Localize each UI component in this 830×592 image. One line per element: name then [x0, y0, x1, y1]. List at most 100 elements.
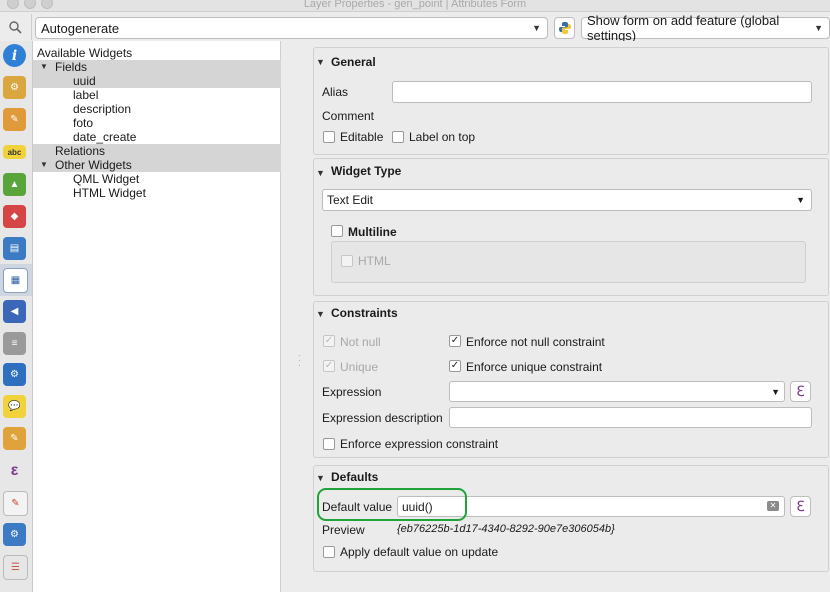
general-group: ▼ General Alias Comment Editable Label o… [313, 47, 829, 155]
apply-on-update-label: Apply default value on update [340, 545, 499, 559]
enforce-unique-label: Enforce unique constraint [466, 360, 603, 374]
tree-item-label: HTML Widget [73, 186, 146, 200]
annotation-highlight [317, 488, 467, 521]
information-icon[interactable]: i [3, 44, 26, 67]
expression-label: Expression [322, 385, 382, 399]
multiline-options-box: HTML [331, 241, 806, 283]
chevron-down-icon: ▼ [814, 23, 823, 33]
title-bar: Layer Properties - gen_point | Attribute… [0, 0, 830, 12]
source-icon[interactable]: ⚙ [3, 76, 26, 99]
tree-item-date-create[interactable]: date_create [33, 130, 281, 144]
form-layout-value: Autogenerate [41, 20, 120, 36]
chevron-down-icon: ▼ [532, 23, 541, 33]
tree-item-label: uuid [73, 74, 96, 88]
display-icon[interactable]: 💬 [3, 395, 26, 418]
chevron-down-icon[interactable]: ▼ [771, 387, 780, 397]
unique-checkbox[interactable]: ✓ [323, 360, 335, 372]
enforce-unique-checkbox[interactable]: ✓ [449, 360, 461, 372]
dependencies-icon[interactable]: ⚙ [3, 523, 26, 546]
group-title: Defaults [331, 470, 379, 484]
unique-label: Unique [340, 360, 379, 374]
enforce-expression-checkbox[interactable] [323, 438, 335, 450]
label-on-top-label: Label on top [409, 130, 476, 144]
alias-label: Alias [322, 85, 349, 99]
fields-icon[interactable]: ▤ [3, 237, 26, 260]
variables-icon[interactable]: ε [3, 459, 26, 482]
group-title: Widget Type [331, 164, 402, 178]
html-label: HTML [358, 254, 391, 268]
editable-checkbox[interactable] [323, 131, 335, 143]
triangle-down-icon[interactable]: ▼ [40, 158, 48, 172]
alias-field[interactable] [392, 81, 812, 103]
tree-item-label: Relations [55, 144, 106, 158]
tree-item-label: foto [73, 116, 94, 130]
python-icon [558, 22, 571, 34]
tree-item-foto[interactable]: foto [33, 116, 281, 130]
comment-label: Comment [322, 109, 375, 123]
expression-builder-icon[interactable]: ℇ [790, 496, 811, 517]
expression-field[interactable]: ▼ [449, 381, 785, 402]
widget-type-select[interactable]: Text Edit ▼ [322, 189, 812, 211]
chevron-down-icon: ▼ [796, 195, 805, 205]
rendering-icon[interactable]: ✎ [3, 427, 26, 450]
diagrams-icon[interactable]: ◆ [3, 205, 26, 228]
multiline-checkbox[interactable] [331, 225, 343, 237]
triangle-down-icon[interactable]: ▼ [316, 473, 325, 483]
legend-icon[interactable]: ☰ [3, 555, 28, 580]
properties-sidebar: i ⚙ ✎ abc ▲ ◆ ▤ ▦ ◀ ≡ ⚙ 💬 ✎ ε ✎ ⚙ ☰ [0, 41, 33, 592]
triangle-down-icon[interactable]: ▼ [316, 57, 325, 67]
tree-item-label: Fields [55, 60, 88, 74]
tree-item-relations[interactable]: Relations [33, 144, 281, 158]
expression-builder-icon[interactable]: ℇ [790, 381, 811, 402]
tree-item-fields[interactable]: ▼ Fields [33, 60, 281, 74]
triangle-down-icon[interactable]: ▼ [40, 60, 48, 74]
enforce-not-null-label: Enforce not null constraint [466, 335, 605, 349]
triangle-down-icon[interactable]: ▼ [316, 168, 325, 178]
metadata-icon[interactable]: ✎ [3, 491, 28, 516]
label-on-top-checkbox[interactable] [392, 131, 404, 143]
widget-type-group: ▼ Widget Type Text Edit ▼ Multiline HTML [313, 158, 829, 296]
preview-value: {eb76225b-1d17-4340-8292-90e7e306054b} [397, 523, 615, 535]
tree-item-uuid[interactable]: uuid [33, 74, 281, 88]
not-null-checkbox[interactable]: ✓ [323, 335, 335, 347]
constraints-group: ▼ Constraints ✓ Not null ✓ Enforce not n… [313, 301, 829, 458]
triangle-down-icon[interactable]: ▼ [316, 309, 325, 319]
symbology-icon[interactable]: ✎ [3, 108, 26, 131]
tree-item-label: Other Widgets [55, 158, 132, 172]
suppress-form-select[interactable]: Show form on add feature (global setting… [581, 13, 830, 43]
available-widgets-tree[interactable]: Available Widgets ▼ Fields uuid label de… [33, 41, 281, 592]
html-checkbox[interactable] [341, 255, 353, 267]
python-init-button[interactable] [554, 17, 575, 39]
window-title: Layer Properties - gen_point | Attribute… [303, 0, 527, 10]
tree-item-html-widget[interactable]: HTML Widget [33, 186, 281, 200]
tree-item-label-field[interactable]: label [33, 88, 281, 102]
tree-item-label: date_create [73, 130, 137, 144]
suppress-form-value: Show form on add feature (global setting… [587, 13, 780, 43]
labels-icon[interactable]: abc [3, 145, 26, 159]
actions-icon[interactable]: ⚙ [3, 363, 26, 386]
tree-item-label: QML Widget [73, 172, 140, 186]
expression-description-field[interactable] [449, 407, 812, 428]
tree-item-label: description [73, 102, 132, 116]
search-icon[interactable] [0, 14, 32, 40]
tree-item-label: label [73, 88, 99, 102]
preview-label: Preview [322, 523, 365, 537]
expression-description-label: Expression description [322, 411, 443, 425]
widget-type-value: Text Edit [327, 193, 374, 207]
clear-icon[interactable]: ✕ [767, 501, 779, 511]
apply-on-update-checkbox[interactable] [323, 546, 335, 558]
3d-view-icon[interactable]: ▲ [3, 173, 26, 196]
multiline-label: Multiline [348, 225, 397, 239]
group-title: General [331, 55, 376, 69]
auxiliary-storage-icon[interactable]: ≡ [3, 332, 26, 355]
tree-item-description[interactable]: description [33, 102, 281, 116]
attributes-form-icon[interactable]: ▦ [3, 268, 28, 293]
tree-item-qml-widget[interactable]: QML Widget [33, 172, 281, 186]
tree-item-other-widgets[interactable]: ▼ Other Widgets [33, 158, 281, 172]
joins-icon[interactable]: ◀ [3, 300, 26, 323]
enforce-expression-label: Enforce expression constraint [340, 437, 499, 451]
tree-header: Available Widgets [37, 46, 133, 60]
form-layout-select[interactable]: Autogenerate ▼ [35, 17, 548, 39]
enforce-not-null-checkbox[interactable]: ✓ [449, 335, 461, 347]
editable-label: Editable [340, 130, 384, 144]
